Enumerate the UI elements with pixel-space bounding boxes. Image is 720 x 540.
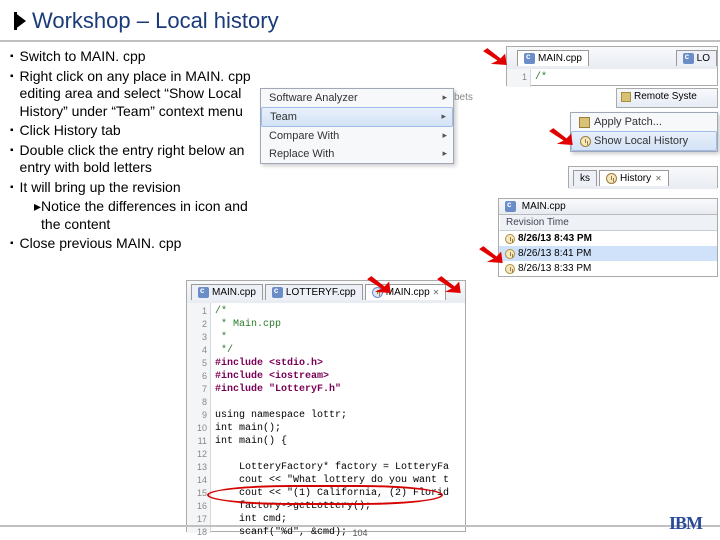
item-text: Switch to MAIN. cpp [20, 48, 146, 66]
red-arrow-icon: ➘ [433, 268, 466, 301]
cpp-file-icon [272, 287, 283, 298]
history-icon [580, 136, 591, 147]
history-row[interactable]: 8/26/13 8:43 PM [499, 231, 717, 246]
slide-title: Workshop – Local history [0, 0, 720, 42]
slide-footer: 104 [0, 525, 720, 538]
code-snippet: /* [531, 69, 547, 87]
history-tabs-panel: ks History ✕ [568, 166, 718, 188]
top-editor-panel: MAIN.cpp LO 1 /* [506, 46, 718, 86]
partial-text: bets [454, 92, 473, 103]
title-arrow-icon [14, 12, 26, 30]
bullet-icon: ▪ [10, 145, 14, 177]
cpp-file-icon [198, 287, 209, 298]
history-row[interactable]: 8/26/13 8:33 PM [499, 261, 717, 276]
menu-item-compare[interactable]: Compare With [261, 127, 453, 145]
tab-label: MAIN.cpp [538, 53, 582, 64]
menu-item-analyzer[interactable]: Software Analyzer [261, 89, 453, 107]
tab-other[interactable]: LO [676, 50, 717, 66]
label: Remote Syste [634, 91, 697, 102]
context-menu: Software Analyzer Team Compare With Repl… [260, 88, 454, 164]
tab-strip: MAIN.cpp LO [507, 47, 717, 69]
menu-item-replace[interactable]: Replace With [261, 145, 453, 163]
folder-icon [621, 92, 631, 102]
red-arrow-icon: ➘ [475, 238, 508, 271]
tab-label: LO [697, 53, 710, 64]
menu-item-team[interactable]: Team [261, 107, 453, 127]
page-number: 104 [352, 528, 367, 538]
bullet-icon: ▪ [10, 238, 14, 253]
item-text: Click History tab [20, 122, 121, 140]
history-icon [606, 173, 617, 184]
red-arrow-icon: ➘ [479, 40, 512, 73]
tab-history[interactable]: History ✕ [599, 170, 669, 186]
editor-panel: MAIN.cpp LOTTERYF.cpp MAIN.cpp ✕ 1234567… [186, 280, 466, 532]
tab-main[interactable]: MAIN.cpp [517, 50, 589, 66]
red-arrow-icon: ➘ [545, 120, 578, 153]
editor-tab-strip: MAIN.cpp LOTTERYF.cpp MAIN.cpp ✕ [187, 281, 465, 303]
bullet-icon: ▪ [10, 51, 14, 66]
cpp-file-icon [524, 53, 535, 64]
bullet-icon: ▪ [10, 182, 14, 197]
editor-tab-lottery[interactable]: LOTTERYF.cpp [265, 284, 363, 300]
patch-icon [579, 117, 590, 128]
history-column-header[interactable]: Revision Time [499, 215, 717, 231]
item-text: Close previous MAIN. cpp [20, 235, 182, 253]
title-text: Workshop – Local history [32, 8, 279, 34]
bullet-icon: ▪ [10, 71, 14, 121]
item-text: It will bring up the revision [20, 179, 181, 197]
line-gutter: 123456789101112131415161718 [187, 303, 211, 533]
editor-tab-main1[interactable]: MAIN.cpp [191, 284, 263, 300]
menu-item-show-history[interactable]: Show Local History [571, 131, 717, 151]
bullet-icon: ▪ [10, 125, 14, 140]
ibm-logo: IBM [669, 513, 702, 534]
red-highlight-oval [207, 485, 443, 505]
red-arrow-icon: ➘ [363, 268, 396, 301]
close-icon[interactable]: ✕ [655, 174, 662, 183]
menu-item-apply-patch[interactable]: Apply Patch... [571, 113, 717, 131]
tab-ks[interactable]: ks [573, 170, 597, 186]
cpp-file-icon [505, 201, 516, 212]
history-panel: MAIN.cpp Revision Time 8/26/13 8:43 PM 8… [498, 198, 718, 277]
history-header: MAIN.cpp [499, 199, 717, 215]
remote-panel-partial: Remote Syste [616, 88, 718, 108]
cpp-file-icon [683, 53, 694, 64]
history-row-selected[interactable]: 8/26/13 8:41 PM [499, 246, 717, 261]
tab-label: History [620, 173, 651, 184]
team-submenu: Apply Patch... Show Local History [570, 112, 718, 152]
